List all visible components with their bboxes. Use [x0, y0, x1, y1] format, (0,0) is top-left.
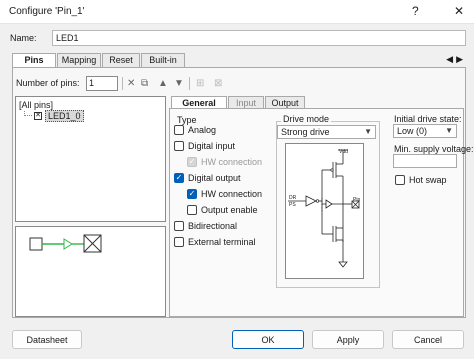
toolbar-divider — [122, 77, 123, 90]
checkbox-label: Digital input — [188, 141, 236, 151]
name-row: Name: LED1 — [0, 30, 474, 48]
tab-built-in[interactable]: Built-in — [141, 53, 185, 67]
group-icon[interactable]: ⊞ — [196, 78, 204, 89]
toolbar-divider — [189, 77, 190, 90]
min-supply-voltage-label: Min. supply voltage: — [394, 144, 474, 154]
ok-button[interactable]: OK — [232, 330, 304, 349]
min-supply-voltage-input[interactable] — [393, 154, 457, 168]
preview-diagram — [29, 234, 102, 253]
close-icon[interactable]: ✕ — [454, 4, 464, 18]
initial-drive-state-select[interactable]: Low (0) ▼ — [393, 124, 457, 138]
tree-item-label[interactable]: LED1_0 — [45, 110, 84, 122]
pins-count-label: Number of pins: — [16, 78, 80, 88]
pin-tree[interactable]: [All pins] ✕ LED1_0 — [15, 96, 166, 222]
drive-mode-value: Strong drive — [281, 127, 330, 137]
tab-reset[interactable]: Reset — [102, 53, 140, 67]
name-label: Name: — [10, 33, 37, 43]
checkbox-box[interactable] — [174, 221, 184, 231]
initial-drive-state-label: Initial drive state: — [394, 114, 462, 124]
tab-scroll-arrows: ◀▶ — [446, 54, 466, 65]
title-bar: Configure 'Pin_1' ? ✕ — [0, 0, 474, 24]
delete-icon[interactable]: ✕ — [127, 78, 135, 89]
tab-pins[interactable]: Pins — [12, 53, 56, 68]
checkbox-box[interactable]: ✓ — [174, 173, 184, 183]
type-group-title: Type — [177, 115, 197, 125]
assign-icon[interactable]: ⧉ — [141, 78, 148, 89]
checkbox-label: External terminal — [188, 237, 256, 247]
dr-label: DR — [289, 195, 297, 201]
checkbox-label: Output enable — [201, 205, 258, 215]
window-title: Configure 'Pin_1' — [9, 6, 85, 17]
move-down-icon[interactable]: ▼ — [174, 78, 184, 89]
chevron-down-icon: ▼ — [445, 126, 453, 135]
checkbox-label: HW connection — [201, 189, 263, 199]
move-up-icon[interactable]: ▲ — [158, 78, 168, 89]
ps-label: PS — [289, 202, 296, 208]
pin-symbol-icon: ✕ — [34, 112, 42, 120]
checkbox-box[interactable] — [174, 237, 184, 247]
tree-root[interactable]: [All pins] — [19, 100, 53, 110]
tab-scroll-right-icon[interactable]: ▶ — [456, 54, 466, 64]
tree-connector — [24, 111, 32, 116]
drive-mode-diagram: Vdd DR PS Pin — [285, 143, 364, 279]
tab-mapping[interactable]: Mapping — [57, 53, 101, 67]
datasheet-button[interactable]: Datasheet — [12, 330, 82, 349]
drive-mode-title: Drive mode — [281, 114, 332, 124]
checkbox-box[interactable] — [174, 125, 184, 135]
drive-circuit-schematic: Vdd DR PS Pin — [288, 149, 360, 268]
name-input[interactable]: LED1 — [52, 30, 466, 46]
pins-count-input[interactable]: 1 — [86, 76, 118, 91]
checkbox-box[interactable] — [174, 141, 184, 151]
checkbox-label: Digital output — [188, 173, 241, 183]
checkbox-label: Hot swap — [409, 175, 447, 185]
cancel-button[interactable]: Cancel — [392, 330, 464, 349]
checkbox-label: HW connection — [201, 157, 263, 167]
initial-drive-state-value: Low (0) — [397, 126, 428, 136]
apply-button[interactable]: Apply — [312, 330, 384, 349]
chevron-down-icon: ▼ — [364, 127, 372, 136]
checkbox-box[interactable] — [187, 205, 197, 215]
pin-preview — [15, 226, 166, 317]
checkbox-box[interactable]: ✓ — [187, 157, 197, 167]
checkbox-label: Analog — [188, 125, 217, 135]
tab-scroll-left-icon[interactable]: ◀ — [446, 54, 456, 64]
checkbox-label: Bidirectional — [188, 221, 238, 231]
drive-mode-select[interactable]: Strong drive ▼ — [277, 125, 376, 139]
checkbox-box[interactable] — [395, 175, 405, 185]
checkbox-box[interactable]: ✓ — [187, 189, 197, 199]
ungroup-icon[interactable]: ⊠ — [214, 78, 222, 89]
help-icon[interactable]: ? — [412, 4, 419, 18]
